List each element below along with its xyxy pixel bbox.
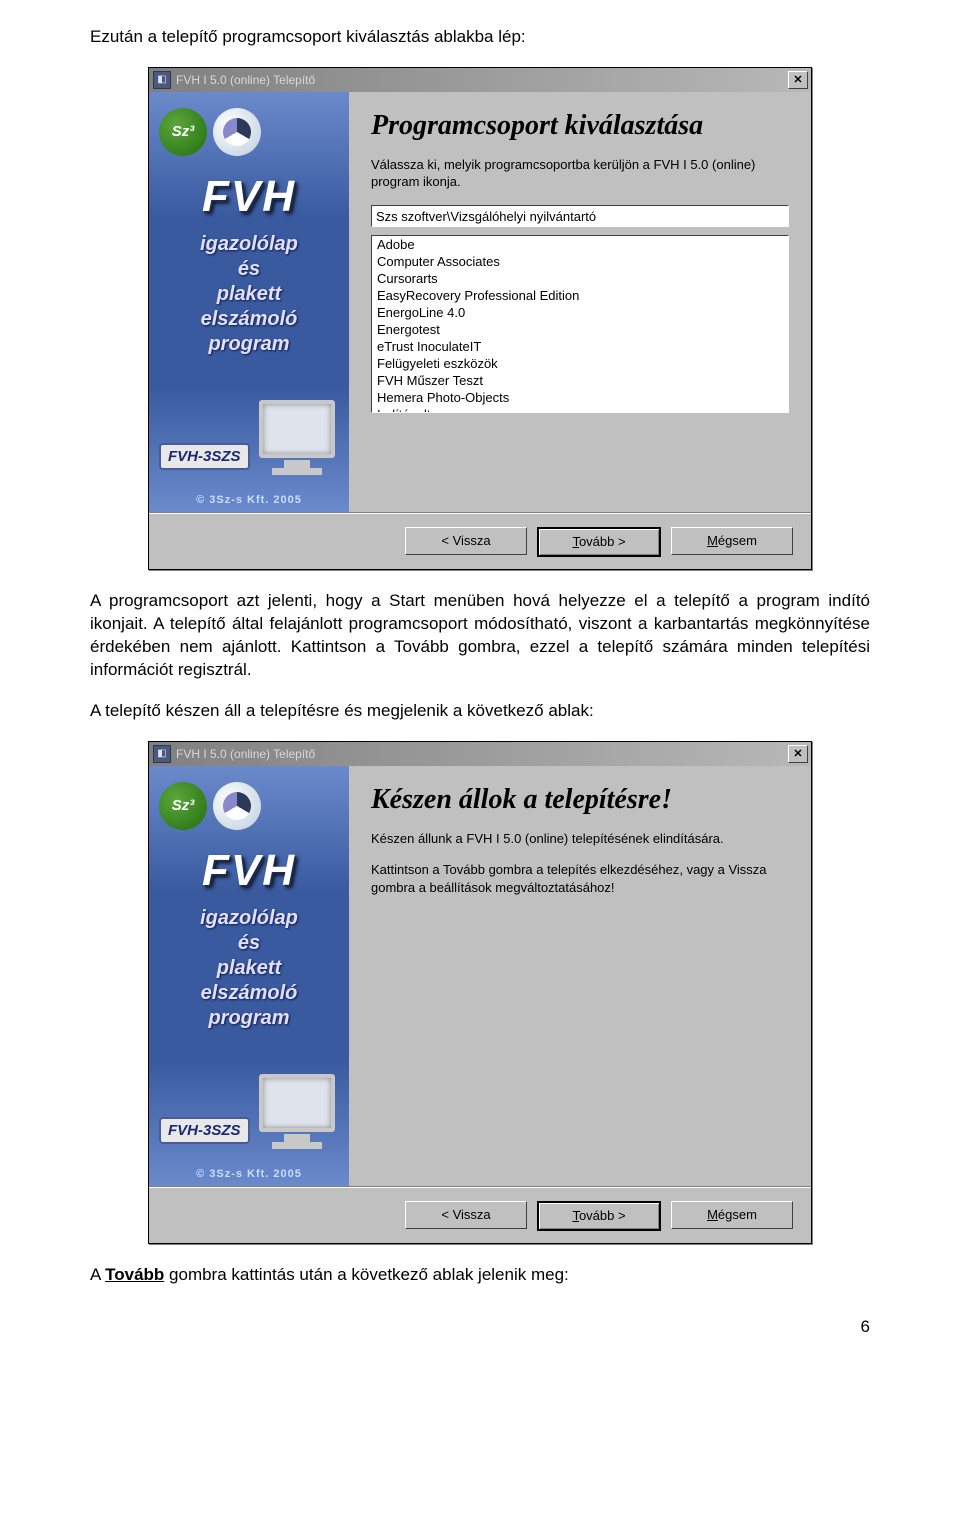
sidebar-footer: © 3Sz-s Kft. 2005 bbox=[149, 1168, 349, 1180]
page-description-2: Kattintson a Tovább gombra a telepítés e… bbox=[371, 861, 789, 896]
window-title: FVH I 5.0 (online) Telepítő bbox=[176, 73, 786, 87]
para4-bold: Tovább bbox=[105, 1265, 164, 1284]
body-paragraph-3: A telepítő készen áll a telepítésre és m… bbox=[90, 700, 870, 723]
sidebar-line: elszámoló bbox=[201, 982, 298, 1004]
app-icon: ◧ bbox=[153, 71, 171, 89]
para4-pre: A bbox=[90, 1265, 105, 1284]
next-button[interactable]: Tovább > bbox=[537, 527, 661, 557]
cancel-button[interactable]: Mégsem bbox=[671, 1201, 793, 1229]
cancel-rest-label: égsem bbox=[718, 1207, 757, 1222]
list-item[interactable]: EnergoLine 4.0 bbox=[372, 304, 788, 321]
sidebar-tag: FVH-3SZS bbox=[159, 443, 250, 470]
wizard-button-row: < Vissza Tovább > Mégsem bbox=[149, 512, 811, 569]
wizard-sidebar: Sz³ FVH igazolólap és plakett elszámoló … bbox=[149, 766, 349, 1186]
list-item[interactable]: Adobe bbox=[372, 236, 788, 253]
back-button[interactable]: < Vissza bbox=[405, 527, 527, 555]
page-description: Válassza ki, melyik programcsoportba ker… bbox=[371, 156, 789, 191]
installer-window-program-group: ◧ FVH I 5.0 (online) Telepítő ✕ Sz³ FVH … bbox=[148, 67, 812, 570]
wizard-main-panel: Programcsoport kiválasztása Válassza ki,… bbox=[349, 92, 811, 512]
titlebar: ◧ FVH I 5.0 (online) Telepítő ✕ bbox=[149, 68, 811, 92]
body-paragraph-4: A Tovább gombra kattintás után a követke… bbox=[90, 1264, 870, 1287]
next-button[interactable]: Tovább > bbox=[537, 1201, 661, 1231]
cancel-underline: M bbox=[707, 1207, 718, 1222]
page-description-1: Készen állunk a FVH I 5.0 (online) telep… bbox=[371, 830, 789, 848]
list-item[interactable]: eTrust InoculateIT bbox=[372, 338, 788, 355]
monitor-icon bbox=[254, 1074, 339, 1146]
sidebar-line: és bbox=[238, 258, 260, 280]
back-button[interactable]: < Vissza bbox=[405, 1201, 527, 1229]
body-paragraph-2: A programcsoport azt jelenti, hogy a Sta… bbox=[90, 590, 870, 682]
app-icon: ◧ bbox=[153, 745, 171, 763]
sidebar-line: plakett bbox=[217, 957, 281, 979]
sidebar-line: igazolólap bbox=[200, 907, 298, 929]
program-group-listbox[interactable]: AdobeComputer AssociatesCursorartsEasyRe… bbox=[371, 235, 789, 413]
logo-sz3-icon: Sz³ bbox=[159, 108, 207, 156]
sidebar-subtitle: igazolólap és plakett elszámoló program bbox=[149, 906, 349, 1031]
close-icon[interactable]: ✕ bbox=[788, 71, 808, 89]
window-title: FVH I 5.0 (online) Telepítő bbox=[176, 747, 786, 761]
list-item[interactable]: Felügyeleti eszközök bbox=[372, 355, 788, 372]
sidebar-line: program bbox=[208, 1007, 289, 1029]
cancel-underline: M bbox=[707, 533, 718, 548]
list-item[interactable]: Cursorarts bbox=[372, 270, 788, 287]
cancel-button[interactable]: Mégsem bbox=[671, 527, 793, 555]
page-number: 6 bbox=[90, 1317, 870, 1337]
list-item[interactable]: Indítópult bbox=[372, 406, 788, 413]
sidebar-subtitle: igazolólap és plakett elszámoló program bbox=[149, 232, 349, 357]
logo-swirl-icon bbox=[213, 108, 261, 156]
para4-post: gombra kattintás után a következő ablak … bbox=[164, 1265, 568, 1284]
sidebar-line: és bbox=[238, 932, 260, 954]
next-rest-label: ovább > bbox=[579, 1208, 626, 1223]
page-heading: Programcsoport kiválasztása bbox=[371, 110, 789, 142]
next-rest-label: ovább > bbox=[579, 534, 626, 549]
intro-paragraph: Ezután a telepítő programcsoport kiválas… bbox=[90, 26, 870, 49]
sidebar-line: elszámoló bbox=[201, 308, 298, 330]
list-item[interactable]: Hemera Photo-Objects bbox=[372, 389, 788, 406]
sidebar-line: igazolólap bbox=[200, 233, 298, 255]
wizard-button-row: < Vissza Tovább > Mégsem bbox=[149, 1186, 811, 1243]
page-heading: Készen állok a telepítésre! bbox=[371, 784, 789, 816]
sidebar-line: plakett bbox=[217, 283, 281, 305]
cancel-rest-label: égsem bbox=[718, 533, 757, 548]
monitor-icon bbox=[254, 400, 339, 472]
sidebar-footer: © 3Sz-s Kft. 2005 bbox=[149, 494, 349, 506]
list-item[interactable]: Energotest bbox=[372, 321, 788, 338]
close-icon[interactable]: ✕ bbox=[788, 745, 808, 763]
brand-text: FVH bbox=[149, 172, 349, 222]
program-group-input[interactable] bbox=[371, 205, 789, 227]
list-item[interactable]: FVH Műszer Teszt bbox=[372, 372, 788, 389]
logo-swirl-icon bbox=[213, 782, 261, 830]
titlebar: ◧ FVH I 5.0 (online) Telepítő ✕ bbox=[149, 742, 811, 766]
sidebar-tag: FVH-3SZS bbox=[159, 1117, 250, 1144]
list-item[interactable]: EasyRecovery Professional Edition bbox=[372, 287, 788, 304]
logo-sz3-icon: Sz³ bbox=[159, 782, 207, 830]
list-item[interactable]: Computer Associates bbox=[372, 253, 788, 270]
sidebar-line: program bbox=[208, 333, 289, 355]
wizard-sidebar: Sz³ FVH igazolólap és plakett elszámoló … bbox=[149, 92, 349, 512]
installer-window-ready: ◧ FVH I 5.0 (online) Telepítő ✕ Sz³ FVH … bbox=[148, 741, 812, 1244]
brand-text: FVH bbox=[149, 846, 349, 896]
wizard-main-panel: Készen állok a telepítésre! Készen állun… bbox=[349, 766, 811, 1186]
